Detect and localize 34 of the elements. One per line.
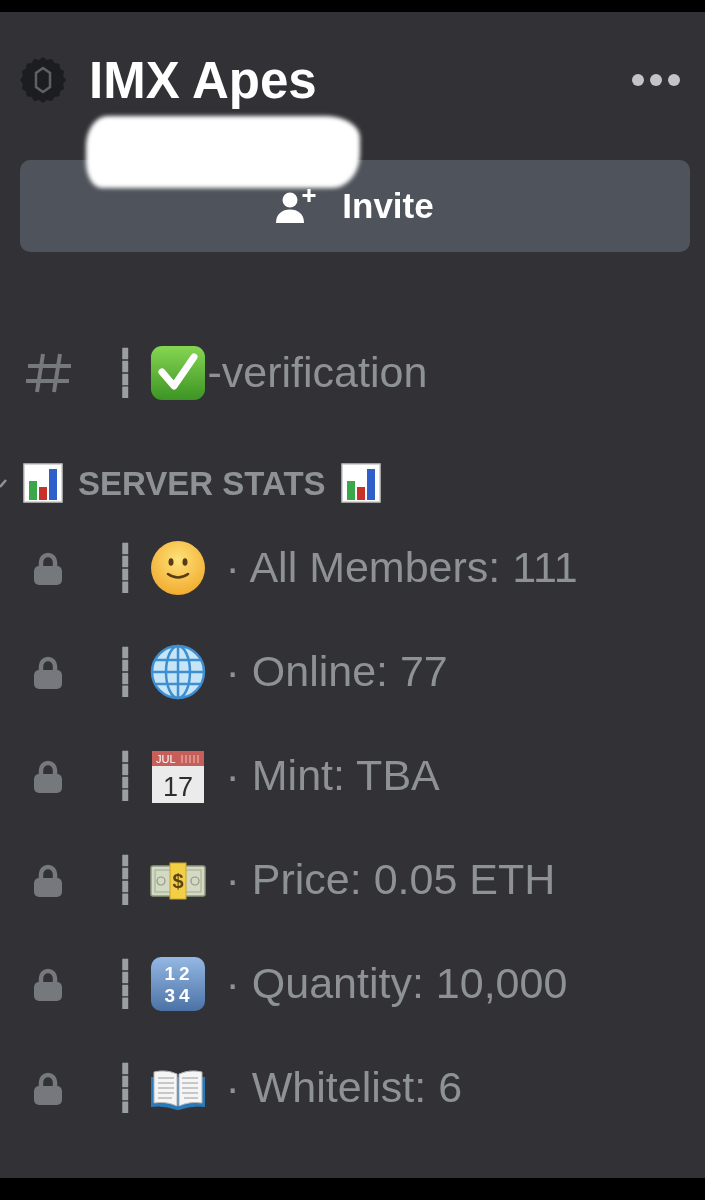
bar-chart-icon <box>23 463 63 503</box>
add-person-icon <box>276 189 317 223</box>
caret-icon[interactable] <box>0 477 8 489</box>
calendar-icon: JUL 17 <box>149 748 206 804</box>
bar-chart-icon <box>340 463 381 503</box>
channel-name[interactable]: · Online: 77 <box>225 646 448 698</box>
server-badge-icon <box>20 57 66 103</box>
dashed-divider: ┊ <box>112 858 139 902</box>
smiling-face-icon <box>149 540 206 596</box>
channel-name[interactable]: · All Members: 111 <box>225 542 578 594</box>
channel-name[interactable]: · Quantity: 10,000 <box>225 958 568 1010</box>
check-mark-icon <box>149 345 206 401</box>
dashed-divider: ┊ <box>112 546 139 590</box>
lock-icon <box>32 759 64 793</box>
category-name[interactable]: SERVER STATS <box>78 466 326 500</box>
channel-name[interactable]: -verification <box>207 347 428 399</box>
number-keycap-icon: 12 34 <box>149 956 206 1012</box>
channel-name[interactable]: · Price: 0.05 ETH <box>225 854 556 906</box>
lock-icon <box>32 967 64 1001</box>
more-options-icon <box>632 74 680 86</box>
channel-name[interactable]: · Whitelist: 6 <box>225 1062 463 1114</box>
lock-icon <box>32 551 64 585</box>
hash-icon <box>24 353 72 393</box>
lock-icon <box>32 655 64 689</box>
dashed-divider: ┊ <box>112 754 139 798</box>
dashed-divider: ┊ <box>112 650 139 694</box>
dashed-divider: ┊ <box>112 351 139 395</box>
lock-icon <box>32 863 64 897</box>
globe-icon <box>149 644 206 700</box>
channel-name[interactable]: · Mint: TBA <box>225 750 440 802</box>
dashed-divider: ┊ <box>112 1066 139 1110</box>
more-options-button[interactable] <box>632 74 680 86</box>
lock-icon <box>32 1071 64 1105</box>
dashed-divider: ┊ <box>112 962 139 1006</box>
